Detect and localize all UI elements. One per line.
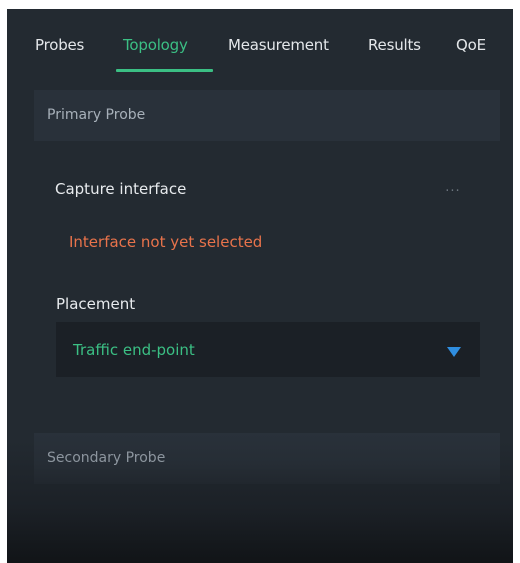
tab-measurement[interactable]: Measurement — [228, 36, 329, 54]
placement-label: Placement — [56, 295, 136, 313]
tab-results[interactable]: Results — [368, 36, 421, 54]
tab-bar: Probes Topology Measurement Results QoE — [7, 9, 513, 79]
triangle-down-icon — [447, 347, 461, 357]
secondary-probe-header[interactable]: Secondary Probe — [34, 433, 500, 484]
interface-status-text: Interface not yet selected — [69, 233, 263, 251]
tab-topology[interactable]: Topology — [123, 36, 188, 54]
tab-qoe[interactable]: QoE — [456, 36, 486, 54]
primary-probe-header[interactable]: Primary Probe — [34, 90, 500, 141]
ellipsis-icon[interactable]: ... — [443, 181, 463, 198]
tab-probes[interactable]: Probes — [35, 36, 84, 54]
probe-config-panel: Probes Topology Measurement Results QoE … — [7, 9, 513, 563]
placement-dropdown[interactable]: Traffic end-point — [56, 322, 480, 377]
active-tab-indicator — [116, 69, 213, 72]
capture-interface-label: Capture interface — [55, 180, 187, 198]
placement-selected-value: Traffic end-point — [73, 341, 195, 359]
